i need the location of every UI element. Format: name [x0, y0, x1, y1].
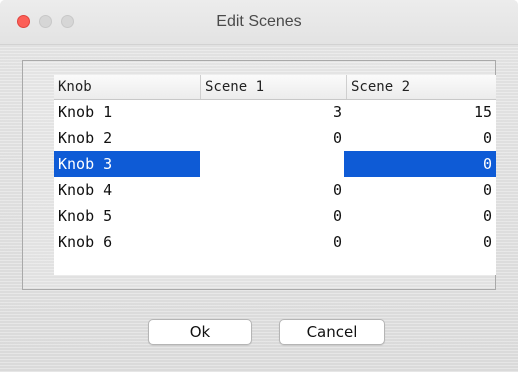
scene-1-cell[interactable]: 0	[200, 125, 344, 151]
scene-2-cell[interactable]: 0	[344, 151, 496, 177]
scene-2-cell[interactable]: 15	[344, 99, 496, 125]
scene-1-cell[interactable]: 0	[200, 229, 344, 255]
scene-2-cell[interactable]: 0	[344, 203, 496, 229]
scene-2-cell[interactable]: 0	[344, 229, 496, 255]
table-header: Knob Scene 1 Scene 2	[54, 75, 496, 100]
scene-2-cell[interactable]: 0	[344, 177, 496, 203]
window-title: Edit Scenes	[216, 13, 302, 30]
scene-2-cell[interactable]: 0	[344, 125, 496, 151]
knob-cell[interactable]: Knob 4	[54, 177, 200, 203]
table-row[interactable]: Knob 6 0 0	[54, 229, 496, 255]
scene-1-cell[interactable]: 0	[200, 203, 344, 229]
knob-cell[interactable]: Knob 6	[54, 229, 200, 255]
scenes-table[interactable]: Knob Scene 1 Scene 2 Knob 1 3 15 Knob 2 …	[54, 75, 496, 275]
column-header-scene-2[interactable]: Scene 2	[346, 75, 496, 99]
knob-cell[interactable]: Knob 3	[54, 151, 200, 177]
table-row[interactable]: Knob 4 0 0	[54, 177, 496, 203]
scene-1-cell[interactable]: 3	[200, 99, 344, 125]
table-row-selected[interactable]: Knob 3 3 ▲ ▼ 0	[54, 151, 496, 177]
cancel-button[interactable]: Cancel	[279, 319, 385, 345]
knob-cell[interactable]: Knob 1	[54, 99, 200, 125]
knob-cell[interactable]: Knob 2	[54, 125, 200, 151]
table-row[interactable]: Knob 5 0 0	[54, 203, 496, 229]
title-bar[interactable]: Edit Scenes	[0, 0, 518, 45]
table-row[interactable]: Knob 2 0 0	[54, 125, 496, 151]
column-header-scene-1[interactable]: Scene 1	[200, 75, 346, 99]
scene-1-cell[interactable]: 0	[200, 177, 344, 203]
table-row[interactable]: Knob 1 3 15	[54, 99, 496, 125]
column-header-knob[interactable]: Knob	[54, 75, 200, 99]
knob-cell[interactable]: Knob 5	[54, 203, 200, 229]
edit-scenes-window: Edit Scenes Ok Cancel Knob Scene 1 Scene…	[0, 0, 518, 372]
scene-1-cell-editing[interactable]: 3 ▲ ▼	[200, 151, 484, 177]
ok-button[interactable]: Ok	[148, 319, 252, 345]
